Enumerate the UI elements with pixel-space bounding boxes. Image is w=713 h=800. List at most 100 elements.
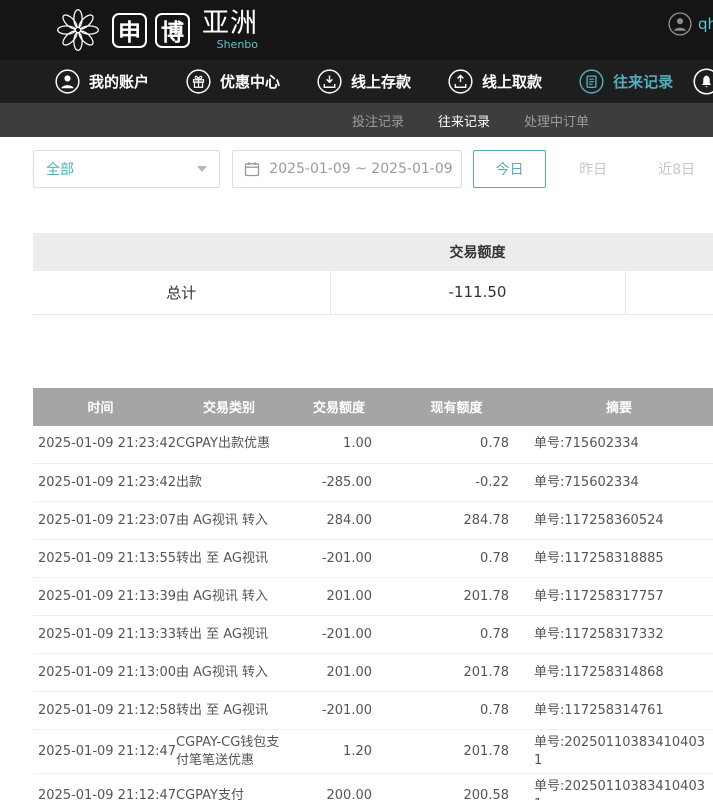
cell-memo: 单号:117258314868: [525, 654, 713, 692]
nav-item-promotions[interactable]: 优惠中心: [186, 69, 280, 94]
summary-header-amount: 交易额度: [330, 233, 625, 271]
cell-memo: 单号:715602334: [525, 426, 713, 464]
cell-amount: 284.00: [290, 502, 388, 540]
today-button[interactable]: 今日: [473, 150, 546, 188]
last-8-days-button[interactable]: 近8日: [640, 150, 713, 188]
cell-balance: 0.78: [388, 540, 525, 578]
summary-header-row: 交易额度: [33, 233, 713, 271]
cell-time: 2025-01-09 21:12:58: [33, 692, 168, 730]
cell-balance: 201.78: [388, 730, 525, 774]
cell-amount: -201.00: [290, 692, 388, 730]
calendar-icon: [244, 161, 260, 177]
nav-item-records[interactable]: 往来记录: [579, 69, 673, 94]
cell-balance: 0.78: [388, 426, 525, 464]
bell-icon[interactable]: [693, 68, 713, 95]
cell-type: 由 AG视讯 转入: [168, 654, 290, 692]
brand-char-shen: 申: [112, 13, 147, 48]
tab-transaction-records[interactable]: 往来记录: [438, 111, 490, 130]
user-icon: [55, 69, 80, 94]
date-range-input[interactable]: 2025-01-09 ~ 2025-01-09: [232, 150, 462, 188]
withdraw-icon: [448, 69, 473, 94]
flower-logo-icon: [52, 5, 104, 55]
cell-memo: 单号:117258360524: [525, 502, 713, 540]
cell-balance: 201.78: [388, 578, 525, 616]
cell-time: 2025-01-09 21:13:55: [33, 540, 168, 578]
nav-item-label: 优惠中心: [220, 71, 280, 92]
col-header-memo: 摘要: [525, 388, 713, 426]
nav-item-withdraw[interactable]: 线上取款: [448, 69, 542, 94]
summary-total-row: 总计 -111.50: [33, 271, 713, 314]
cell-amount: 201.00: [290, 578, 388, 616]
transactions-table: 时间 交易类别 交易额度 现有额度 摘要 2025-01-09 21:23:42…: [33, 388, 713, 800]
table-row: 2025-01-09 21:23:07由 AG视讯 转入284.00284.78…: [33, 502, 713, 540]
cell-type: 转出 至 AG视讯: [168, 540, 290, 578]
chevron-down-icon: [197, 166, 207, 172]
nav-item-deposit[interactable]: 线上存款: [317, 69, 411, 94]
yesterday-button[interactable]: 昨日: [557, 150, 630, 188]
tab-betting-records[interactable]: 投注记录: [352, 111, 404, 130]
cell-memo: 单号:202501103834104031: [525, 774, 713, 800]
gift-icon: [186, 69, 211, 94]
nav-item-label: 往来记录: [613, 71, 673, 92]
table-row: 2025-01-09 21:12:58转出 至 AG视讯-201.000.78单…: [33, 692, 713, 730]
cell-type: CGPAY支付: [168, 774, 290, 800]
cell-memo: 单号:117258317757: [525, 578, 713, 616]
cell-type: CGPAY-CG钱包支付笔笔送优惠: [168, 730, 290, 774]
content-area: 全部 2025-01-09 ~ 2025-01-09 今日 昨日 近8日 交易额: [0, 150, 713, 800]
brand-subtitle: Shenbo: [217, 39, 258, 50]
sub-nav: 投注记录 往来记录 处理中订单: [0, 103, 713, 137]
main-nav: 我的账户 优惠中心 线上存款: [0, 60, 713, 103]
user-account[interactable]: qh: [668, 12, 713, 36]
cell-memo: 单号:715602334: [525, 464, 713, 502]
summary-total-label: 总计: [33, 271, 330, 314]
cell-time: 2025-01-09 21:23:07: [33, 502, 168, 540]
cell-balance: 201.78: [388, 654, 525, 692]
cell-balance: 284.78: [388, 502, 525, 540]
col-header-amount: 交易额度: [290, 388, 388, 426]
transactions-body: 2025-01-09 21:23:42CGPAY出款优惠1.000.78单号:7…: [33, 426, 713, 800]
cell-memo: 单号:117258318885: [525, 540, 713, 578]
cell-amount: 201.00: [290, 654, 388, 692]
cell-time: 2025-01-09 21:12:47: [33, 730, 168, 774]
cell-time: 2025-01-09 21:13:33: [33, 616, 168, 654]
cell-balance: -0.22: [388, 464, 525, 502]
cell-type: 出款: [168, 464, 290, 502]
date-range-value: 2025-01-09 ~ 2025-01-09: [269, 161, 452, 177]
cell-type: 转出 至 AG视讯: [168, 692, 290, 730]
cell-memo: 单号:202501103834104031: [525, 730, 713, 774]
cell-amount: -201.00: [290, 616, 388, 654]
type-select-value: 全部: [46, 159, 74, 179]
nav-item-label: 线上存款: [351, 71, 411, 92]
avatar-icon: [668, 12, 692, 36]
nav-item-label: 我的账户: [89, 71, 149, 92]
col-header-type: 交易类别: [168, 388, 290, 426]
table-row: 2025-01-09 21:13:00由 AG视讯 转入201.00201.78…: [33, 654, 713, 692]
cell-amount: -201.00: [290, 540, 388, 578]
cell-type: 由 AG视讯 转入: [168, 578, 290, 616]
cell-amount: -285.00: [290, 464, 388, 502]
summary-table: 交易额度 总计 -111.50: [33, 233, 713, 315]
cell-time: 2025-01-09 21:13:00: [33, 654, 168, 692]
tab-processing-orders[interactable]: 处理中订单: [524, 111, 589, 130]
cell-time: 2025-01-09 21:13:39: [33, 578, 168, 616]
transactions-header-row: 时间 交易类别 交易额度 现有额度 摘要: [33, 388, 713, 426]
type-select[interactable]: 全部: [33, 150, 220, 188]
cell-balance: 0.78: [388, 616, 525, 654]
cell-amount: 200.00: [290, 774, 388, 800]
summary-header-spacer: [33, 233, 330, 271]
summary-header-spacer: [625, 233, 713, 271]
cell-balance: 200.58: [388, 774, 525, 800]
table-row: 2025-01-09 21:13:33转出 至 AG视讯-201.000.78单…: [33, 616, 713, 654]
table-row: 2025-01-09 21:12:47CGPAY-CG钱包支付笔笔送优惠1.20…: [33, 730, 713, 774]
summary-total-spacer: [625, 271, 713, 314]
nav-item-my-account[interactable]: 我的账户: [55, 69, 149, 94]
cell-balance: 0.78: [388, 692, 525, 730]
cell-type: 由 AG视讯 转入: [168, 502, 290, 540]
brand-logo[interactable]: 申 博 亚洲 Shenbo: [52, 5, 258, 55]
cell-type: CGPAY出款优惠: [168, 426, 290, 464]
table-row: 2025-01-09 21:23:42CGPAY出款优惠1.000.78单号:7…: [33, 426, 713, 464]
summary-total-value: -111.50: [330, 271, 625, 314]
filter-bar: 全部 2025-01-09 ~ 2025-01-09 今日 昨日 近8日: [33, 150, 713, 188]
deposit-icon: [317, 69, 342, 94]
table-row: 2025-01-09 21:23:42出款-285.00-0.22单号:7156…: [33, 464, 713, 502]
